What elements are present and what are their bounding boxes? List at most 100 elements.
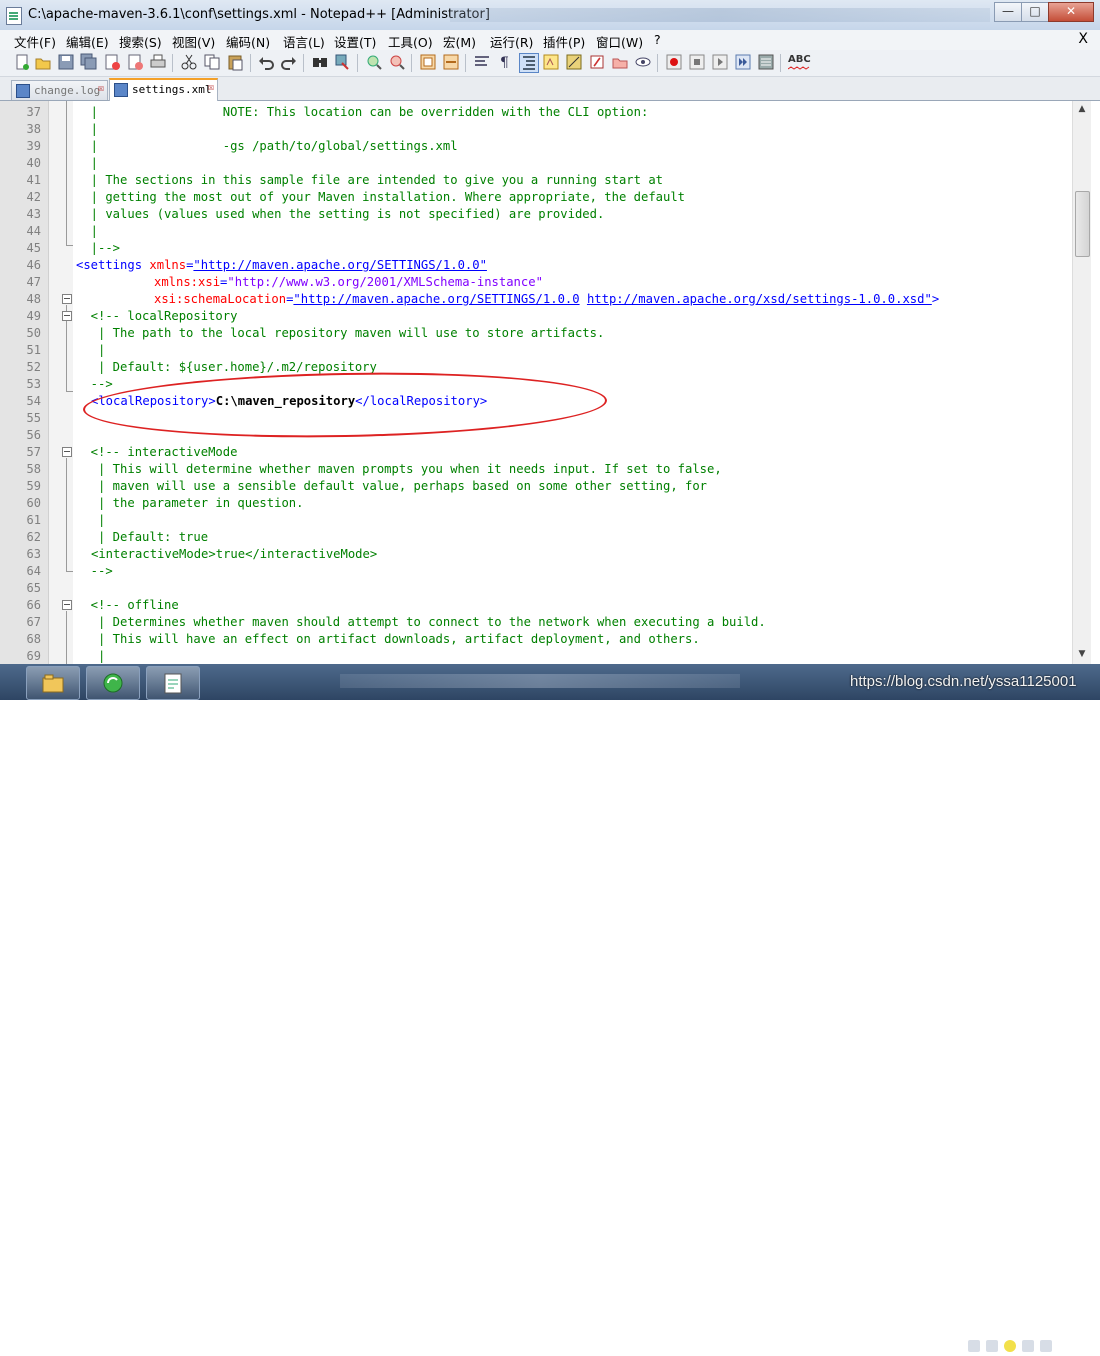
replace-icon[interactable]	[334, 53, 352, 71]
close-document-button[interactable]: X	[1078, 31, 1088, 47]
volume-icon[interactable]	[1022, 1340, 1034, 1352]
line-number: 37	[26, 105, 41, 119]
zoom-out-icon[interactable]	[388, 53, 406, 71]
close-button[interactable]: ✕	[1048, 2, 1094, 22]
sync-horizontal-icon[interactable]	[442, 53, 460, 71]
scroll-up-icon[interactable]: ▲	[1075, 104, 1089, 118]
add-icon[interactable]	[1004, 1340, 1016, 1352]
tab-close-icon[interactable]: ☒	[98, 83, 104, 94]
tab-close-icon[interactable]: ☒	[208, 82, 214, 93]
menu-file[interactable]: 文件(F)	[14, 32, 56, 51]
window-title: C:\apache-maven-3.6.1\conf\settings.xml …	[28, 7, 490, 22]
title-bar[interactable]: C:\apache-maven-3.6.1\conf\settings.xml …	[0, 0, 1100, 31]
show-all-chars-icon[interactable]: ¶	[496, 53, 514, 71]
code-line: 62 | Default: true	[0, 529, 1072, 546]
stop-macro-icon[interactable]	[688, 53, 706, 71]
menu-view[interactable]: 视图(V)	[172, 32, 215, 51]
menu-language[interactable]: 语言(L)	[283, 32, 325, 51]
run-macro-multiple-icon[interactable]	[734, 53, 752, 71]
xsd-link[interactable]: http://maven.apache.org/xsd/settings-1.0…	[587, 292, 932, 306]
line-number: 63	[26, 547, 41, 561]
save-macro-icon[interactable]	[757, 53, 775, 71]
save-all-icon[interactable]	[80, 53, 98, 71]
fold-toggle-icon[interactable]	[62, 600, 72, 610]
line-number: 69	[26, 649, 41, 663]
vertical-scrollbar[interactable]: ▲ ▼	[1072, 101, 1091, 664]
scroll-thumb[interactable]	[1075, 191, 1090, 257]
line-number: 56	[26, 428, 41, 442]
tab-label: settings.xml	[132, 83, 212, 96]
taskbar-notepadpp-button[interactable]	[146, 666, 200, 700]
editor-area[interactable]: 37 | NOTE: This location can be overridd…	[0, 101, 1072, 664]
minimize-button[interactable]: —	[994, 2, 1022, 22]
monitoring-eye-icon[interactable]	[634, 53, 652, 71]
sync-vertical-icon[interactable]	[419, 53, 437, 71]
code-line: 46 <settings xmlns="http://maven.apache.…	[0, 257, 1072, 274]
save-icon[interactable]	[57, 53, 75, 71]
fold-toggle-icon[interactable]	[62, 447, 72, 457]
keyboard-icon[interactable]	[968, 1340, 980, 1352]
zoom-in-icon[interactable]	[365, 53, 383, 71]
clock-icon[interactable]	[1040, 1340, 1052, 1352]
tab-change-log[interactable]: change.log ☒	[11, 80, 108, 100]
code-line: 45 |-->	[0, 240, 1072, 257]
redo-icon[interactable]	[280, 53, 298, 71]
new-file-icon[interactable]	[13, 53, 31, 71]
spellcheck-icon[interactable]: ABC	[788, 53, 811, 71]
word-wrap-icon[interactable]	[473, 53, 491, 71]
xmlns-link[interactable]: "http://maven.apache.org/SETTINGS/1.0.0"	[193, 258, 487, 272]
taskbar-explorer-button[interactable]	[26, 666, 80, 700]
cut-icon[interactable]	[180, 53, 198, 71]
line-number: 52	[26, 360, 41, 374]
indent-guide-icon[interactable]	[519, 53, 539, 73]
code-text: | maven will use a sensible default valu…	[76, 479, 708, 493]
open-file-icon[interactable]	[34, 53, 52, 71]
line-number: 42	[26, 190, 41, 204]
close-file-icon[interactable]	[103, 53, 121, 71]
line-number: 68	[26, 632, 41, 646]
menu-plugins[interactable]: 插件(P)	[543, 32, 585, 51]
menu-edit[interactable]: 编辑(E)	[66, 32, 109, 51]
code-text: -->	[76, 564, 113, 578]
menu-search[interactable]: 搜索(S)	[119, 32, 162, 51]
menu-window[interactable]: 窗口(W)	[596, 32, 643, 51]
menu-tools[interactable]: 工具(O)	[388, 32, 433, 51]
menu-encoding[interactable]: 编码(N)	[226, 32, 270, 51]
folder-workspace-icon[interactable]	[611, 53, 629, 71]
menu-settings[interactable]: 设置(T)	[334, 32, 376, 51]
undo-icon[interactable]	[257, 53, 275, 71]
menu-run[interactable]: 运行(R)	[490, 32, 533, 51]
doc-map-icon[interactable]	[565, 53, 583, 71]
record-macro-icon[interactable]	[665, 53, 683, 71]
copy-icon[interactable]	[203, 53, 221, 71]
find-icon[interactable]	[311, 53, 329, 71]
fold-toggle-icon[interactable]	[62, 294, 72, 304]
play-macro-icon[interactable]	[711, 53, 729, 71]
menu-macro[interactable]: 宏(M)	[443, 32, 476, 51]
xml-tag: <settings	[76, 258, 143, 272]
paste-icon[interactable]	[226, 53, 244, 71]
code-line: 37 | NOTE: This location can be overridd…	[0, 104, 1072, 121]
line-number: 58	[26, 462, 41, 476]
menu-help[interactable]: ?	[654, 32, 661, 47]
schema-link[interactable]: "http://maven.apache.org/SETTINGS/1.0.0	[293, 292, 579, 306]
line-number: 47	[26, 275, 41, 289]
xml-attr: xmlns	[149, 258, 187, 272]
lang-user-defined-icon[interactable]	[542, 53, 560, 71]
code-text: -->	[76, 377, 113, 391]
print-icon[interactable]	[149, 53, 167, 71]
svg-text:¶: ¶	[500, 55, 509, 71]
fold-toggle-icon[interactable]	[62, 311, 72, 321]
function-list-icon[interactable]	[588, 53, 606, 71]
tab-settings-xml[interactable]: settings.xml ☒	[109, 78, 218, 102]
line-number: 45	[26, 241, 41, 255]
code-line: 47 xmlns:xsi="http://www.w3.org/2001/XML…	[0, 274, 1072, 291]
line-number: 44	[26, 224, 41, 238]
code-line: 38 |	[0, 121, 1072, 138]
network-icon[interactable]	[986, 1340, 998, 1352]
maximize-button[interactable]: □	[1021, 2, 1049, 22]
interactive-mode-line: <interactiveMode>true</interactiveMode>	[91, 546, 377, 563]
close-all-icon[interactable]	[126, 53, 144, 71]
taskbar-refresh-app-button[interactable]	[86, 666, 140, 700]
scroll-down-icon[interactable]: ▼	[1075, 649, 1089, 663]
